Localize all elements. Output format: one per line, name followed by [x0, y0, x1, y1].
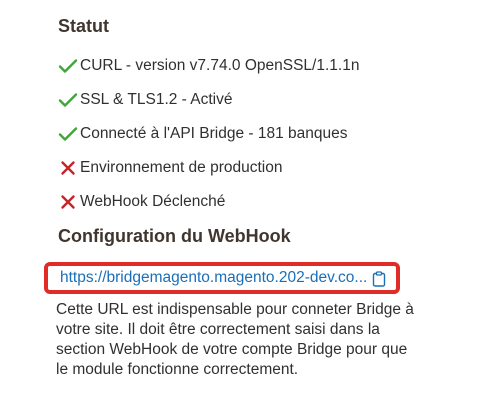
status-item-webhook: WebHook Déclenché	[58, 185, 458, 219]
status-label: CURL - version v7.74.0 OpenSSL/1.1.1n	[80, 57, 360, 74]
status-item-ssl: SSL & TLS1.2 - Activé	[58, 83, 458, 117]
status-label: SSL & TLS1.2 - Activé	[80, 91, 233, 108]
check-icon	[58, 125, 78, 143]
status-panel: Statut CURL - version v7.74.0 OpenSSL/1.…	[44, 14, 458, 380]
status-label: Connecté à l'API Bridge - 181 banques	[80, 125, 348, 142]
status-item-curl: CURL - version v7.74.0 OpenSSL/1.1.1n	[58, 49, 458, 83]
status-title: Statut	[58, 16, 109, 36]
cross-icon	[58, 193, 78, 211]
webhook-description: Cette URL est indispensable pour connete…	[56, 301, 414, 378]
status-label: WebHook Déclenché	[80, 193, 226, 210]
check-icon	[58, 57, 78, 75]
webhook-url-link[interactable]: https://bridgemagento.magento.202-dev.co…	[60, 269, 378, 287]
status-item-production: Environnement de production	[58, 151, 458, 185]
webhook-title: Configuration du WebHook	[58, 226, 291, 246]
status-item-api: Connecté à l'API Bridge - 181 banques	[58, 117, 458, 151]
status-list: CURL - version v7.74.0 OpenSSL/1.1.1n SS…	[58, 49, 458, 219]
cross-icon	[58, 159, 78, 177]
clipboard-icon[interactable]	[372, 271, 386, 287]
status-label: Environnement de production	[80, 159, 283, 176]
webhook-url-field: https://bridgemagento.magento.202-dev.co…	[44, 262, 400, 294]
check-icon	[58, 91, 78, 109]
